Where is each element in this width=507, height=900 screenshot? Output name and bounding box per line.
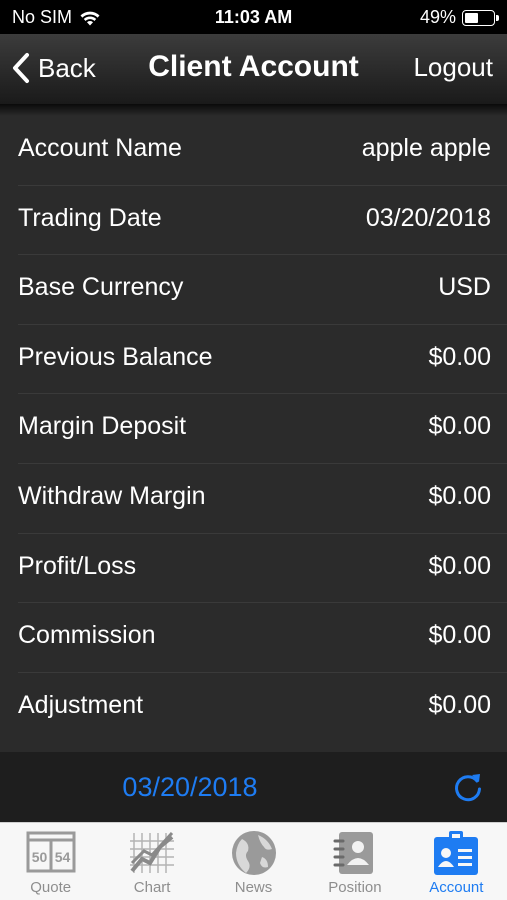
row-label: Profit/Loss [18,551,137,580]
row-label: Account Name [18,134,182,162]
account-row-withdraw-margin: Withdraw Margin $0.00 [0,464,507,534]
tab-label: News [234,879,273,896]
account-details-list: Account Name apple apple Trading Date 03… [0,116,507,752]
row-label: Commission [18,621,156,650]
position-icon [333,832,373,874]
row-value: apple apple [361,134,491,162]
row-value: $0.00 [428,690,491,719]
row-value: $0.00 [428,551,491,580]
quote-icon: 50 54 [26,831,76,873]
row-label: Trading Date [18,203,162,232]
battery-status: 49% [419,7,499,28]
row-label: Margin Deposit [18,412,187,441]
tab-position[interactable]: Position [304,823,405,900]
tab-label: Position [328,879,382,896]
account-row-previous-balance: Previous Balance $0.00 [0,325,507,395]
chart-icon [130,831,175,873]
account-row-account-name: Account Name apple apple [0,116,507,186]
refresh-icon[interactable] [451,770,485,804]
tab-account[interactable]: Account [406,823,507,900]
row-value: $0.00 [428,621,491,650]
account-row-adjustment: Adjustment $0.00 [0,673,507,743]
row-value: $0.00 [428,342,491,371]
account-row-margin-deposit: Margin Deposit $0.00 [0,394,507,464]
row-value: 03/20/2018 [365,203,491,232]
row-label: Previous Balance [18,342,213,371]
row-label: Base Currency [18,273,184,302]
account-row-base-currency: Base Currency USD [0,255,507,325]
globe-icon [231,831,276,875]
tab-label: Quote [30,879,72,896]
status-bar: No SIM 11:03 AM 49% [0,0,507,34]
row-value: $0.00 [428,481,491,510]
row-label: Adjustment [18,690,144,719]
logout-button[interactable]: Logout [413,52,493,83]
quote-icon-left-number: 50 [31,849,47,865]
row-value: $0.00 [428,412,491,441]
navigation-bar: Back Client Account Logout [0,34,507,104]
nav-shadow [0,104,507,116]
tab-bar: 50 54 Quote Chart News Position Account [0,822,507,900]
battery-icon [462,9,499,26]
tab-label: Chart [133,879,171,896]
battery-percent: 49% [419,7,456,27]
tab-chart[interactable]: Chart [101,823,202,900]
account-icon [434,831,479,875]
account-row-commission: Commission $0.00 [0,603,507,673]
date-footer: 03/20/2018 [0,752,507,822]
tab-label: Account [429,879,484,896]
account-row-trading-date: Trading Date 03/20/2018 [0,186,507,256]
account-row-profit-loss: Profit/Loss $0.00 [0,534,507,604]
row-label: Withdraw Margin [18,481,206,510]
quote-icon-right-number: 54 [54,849,70,865]
trading-date-selector[interactable]: 03/20/2018 [0,772,380,803]
row-value: USD [438,273,491,302]
tab-news[interactable]: News [203,823,304,900]
tab-quote[interactable]: 50 54 Quote [0,823,101,900]
